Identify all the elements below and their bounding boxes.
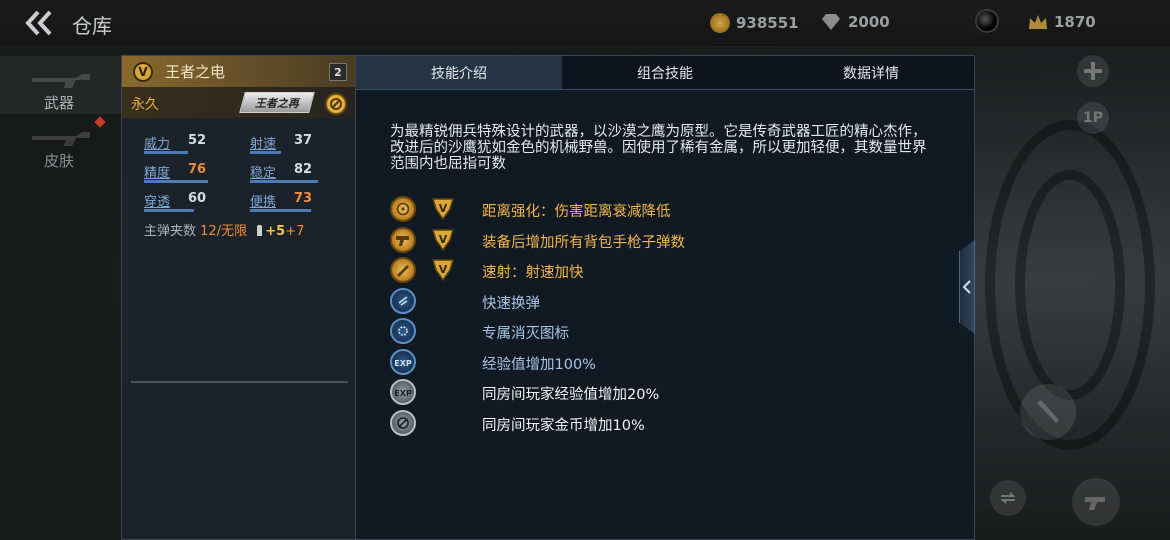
- side-panel-handle[interactable]: [959, 240, 975, 334]
- diamond-amount: 2000: [848, 13, 890, 31]
- skill-text: 距离强化：伤害距离衰减降低: [482, 204, 671, 220]
- skill-row: 专属消灭图标: [390, 318, 950, 344]
- stat-bar: [144, 180, 208, 183]
- weapon-name: 王者之电: [165, 63, 226, 81]
- knife-button[interactable]: [1020, 384, 1076, 440]
- stat-accuracy: 精度 76: [144, 162, 208, 183]
- svg-text:V: V: [439, 202, 448, 215]
- diamond-currency: 2000: [820, 13, 890, 31]
- fast-reload-icon: [390, 287, 416, 314]
- rapid-fire-icon: [390, 257, 416, 283]
- bullet-icon: [257, 225, 263, 236]
- tab-skill-intro[interactable]: 技能介绍: [356, 56, 562, 89]
- top-bar: 仓库 938551 2000 1870: [0, 0, 1170, 46]
- diamond-icon: [822, 14, 840, 30]
- gold-currency: 938551: [710, 13, 799, 33]
- stat-bar: [144, 151, 188, 154]
- skill-text: 专属消灭图标: [482, 326, 569, 342]
- svg-text:V: V: [439, 263, 448, 276]
- exp-icon: EXP: [390, 348, 416, 375]
- crown-icon: [1029, 15, 1047, 29]
- v-rank-icon: V: [133, 61, 153, 82]
- weapon-name-bar: V 王者之电 2: [122, 56, 355, 87]
- swap-icon: [1000, 492, 1016, 504]
- skill-text: 经验值增加100%: [482, 356, 596, 373]
- skill-row: 快速换弹: [390, 287, 950, 314]
- view-toggle-button[interactable]: 1P: [1077, 102, 1109, 134]
- weapon-description: 为最精锐佣兵特殊设计的武器，以沙漠之鹰为原型。它是传奇武器工匠的精心杰作，改进后…: [390, 124, 927, 172]
- svg-text:EXP: EXP: [394, 359, 412, 368]
- back-chevron-icon: [25, 10, 52, 36]
- svg-text:V: V: [439, 233, 448, 246]
- skill-row: 同房间玩家金币增加10%: [390, 409, 950, 436]
- room-exp-icon: EXP: [390, 379, 416, 405]
- weapon-level: 2: [329, 63, 347, 81]
- weapon-info-panel: V 王者之电 2 永久 王者之再 威力 52 射速 37 精度 76 稳定 82 穿透 6…: [121, 55, 356, 540]
- range-target-icon: [390, 196, 416, 222]
- tab-data-details[interactable]: 数据详情: [768, 56, 974, 89]
- v-rank-icon: V: [431, 197, 455, 221]
- crown-amount: 1870: [1054, 13, 1096, 31]
- v-rank-icon: V: [431, 258, 455, 282]
- dpad-icon: [1084, 62, 1102, 80]
- medal-icon: [325, 93, 347, 115]
- stat-power: 威力 52: [144, 133, 207, 154]
- gold-amount: 938551: [736, 14, 799, 32]
- gun-view-button[interactable]: [1072, 478, 1120, 526]
- skill-row: V 距离强化：伤害距离衰减降低: [390, 196, 950, 222]
- tab-underline: [356, 89, 974, 90]
- stat-fire-rate: 射速 37: [250, 133, 313, 154]
- room-gold-icon: [390, 409, 416, 436]
- duration-row: 永久 王者之再: [122, 87, 355, 118]
- pistol-ammo-icon: [390, 226, 416, 253]
- skill-row: V 速射：射速加快: [390, 257, 950, 283]
- stat-penetration: 穿透 60: [144, 191, 207, 212]
- stat-bar: [144, 209, 194, 212]
- gold-coin-icon: [710, 13, 730, 33]
- tab-bar: 技能介绍 组合技能 数据详情: [356, 56, 974, 89]
- nav-item-skins[interactable]: 皮肤: [0, 114, 122, 172]
- skill-text: 快速换弹: [482, 295, 540, 312]
- knife-icon: [1037, 400, 1059, 423]
- stat-bar: [250, 151, 281, 154]
- rifle-icon: [32, 74, 90, 88]
- pistol-icon: [1085, 497, 1105, 510]
- duration-label: 永久: [131, 97, 159, 113]
- skill-row: EXP 经验值增加100%: [390, 348, 950, 375]
- skill-text: 同房间玩家金币增加10%: [482, 417, 645, 434]
- nav-label: 武器: [44, 94, 75, 112]
- stat-bar: [250, 180, 318, 183]
- skill-text: 速射：射速加快: [482, 265, 584, 281]
- left-nav: 武器 皮肤: [0, 56, 122, 172]
- notification-badge: [94, 116, 106, 128]
- details-panel: 技能介绍 组合技能 数据详情 为最精锐佣兵特殊设计的武器，以沙漠之鹰为原型。它是…: [355, 55, 975, 540]
- stat-stability: 稳定 82: [250, 162, 318, 183]
- nav-item-weapons[interactable]: 武器: [0, 56, 122, 114]
- skill-row: V 装备后增加所有背包手枪子弹数: [390, 226, 950, 253]
- view-label: 1P: [1082, 110, 1103, 126]
- tab-combo-skills[interactable]: 组合技能: [562, 56, 768, 89]
- crown-currency: 1870: [1028, 13, 1096, 31]
- shooting-target-inner: [1015, 170, 1125, 400]
- weapon-logo: 王者之再: [239, 92, 315, 113]
- divider: [131, 381, 348, 383]
- svg-text:EXP: EXP: [394, 389, 412, 398]
- skill-text: 装备后增加所有背包手枪子弹数: [482, 234, 685, 251]
- stat-bar: [250, 209, 311, 212]
- rifle-icon: [32, 132, 90, 146]
- page-title: 仓库: [72, 14, 112, 38]
- kill-mark-icon: [390, 318, 416, 344]
- v-rank-icon: V: [431, 228, 455, 252]
- dpad-button[interactable]: [1077, 55, 1109, 87]
- chevron-left-icon: [962, 280, 971, 294]
- back-button[interactable]: [24, 8, 60, 38]
- stat-portability: 便携 73: [250, 191, 313, 212]
- skill-text: 同房间玩家经验值增加20%: [482, 387, 660, 403]
- nav-label: 皮肤: [44, 152, 75, 170]
- ammo-info: 主弹夹数 12/无限 +5+7: [144, 224, 305, 239]
- skill-row: EXP 同房间玩家经验值增加20%: [390, 379, 950, 405]
- swap-button[interactable]: [990, 480, 1026, 516]
- orb-icon[interactable]: [975, 9, 999, 33]
